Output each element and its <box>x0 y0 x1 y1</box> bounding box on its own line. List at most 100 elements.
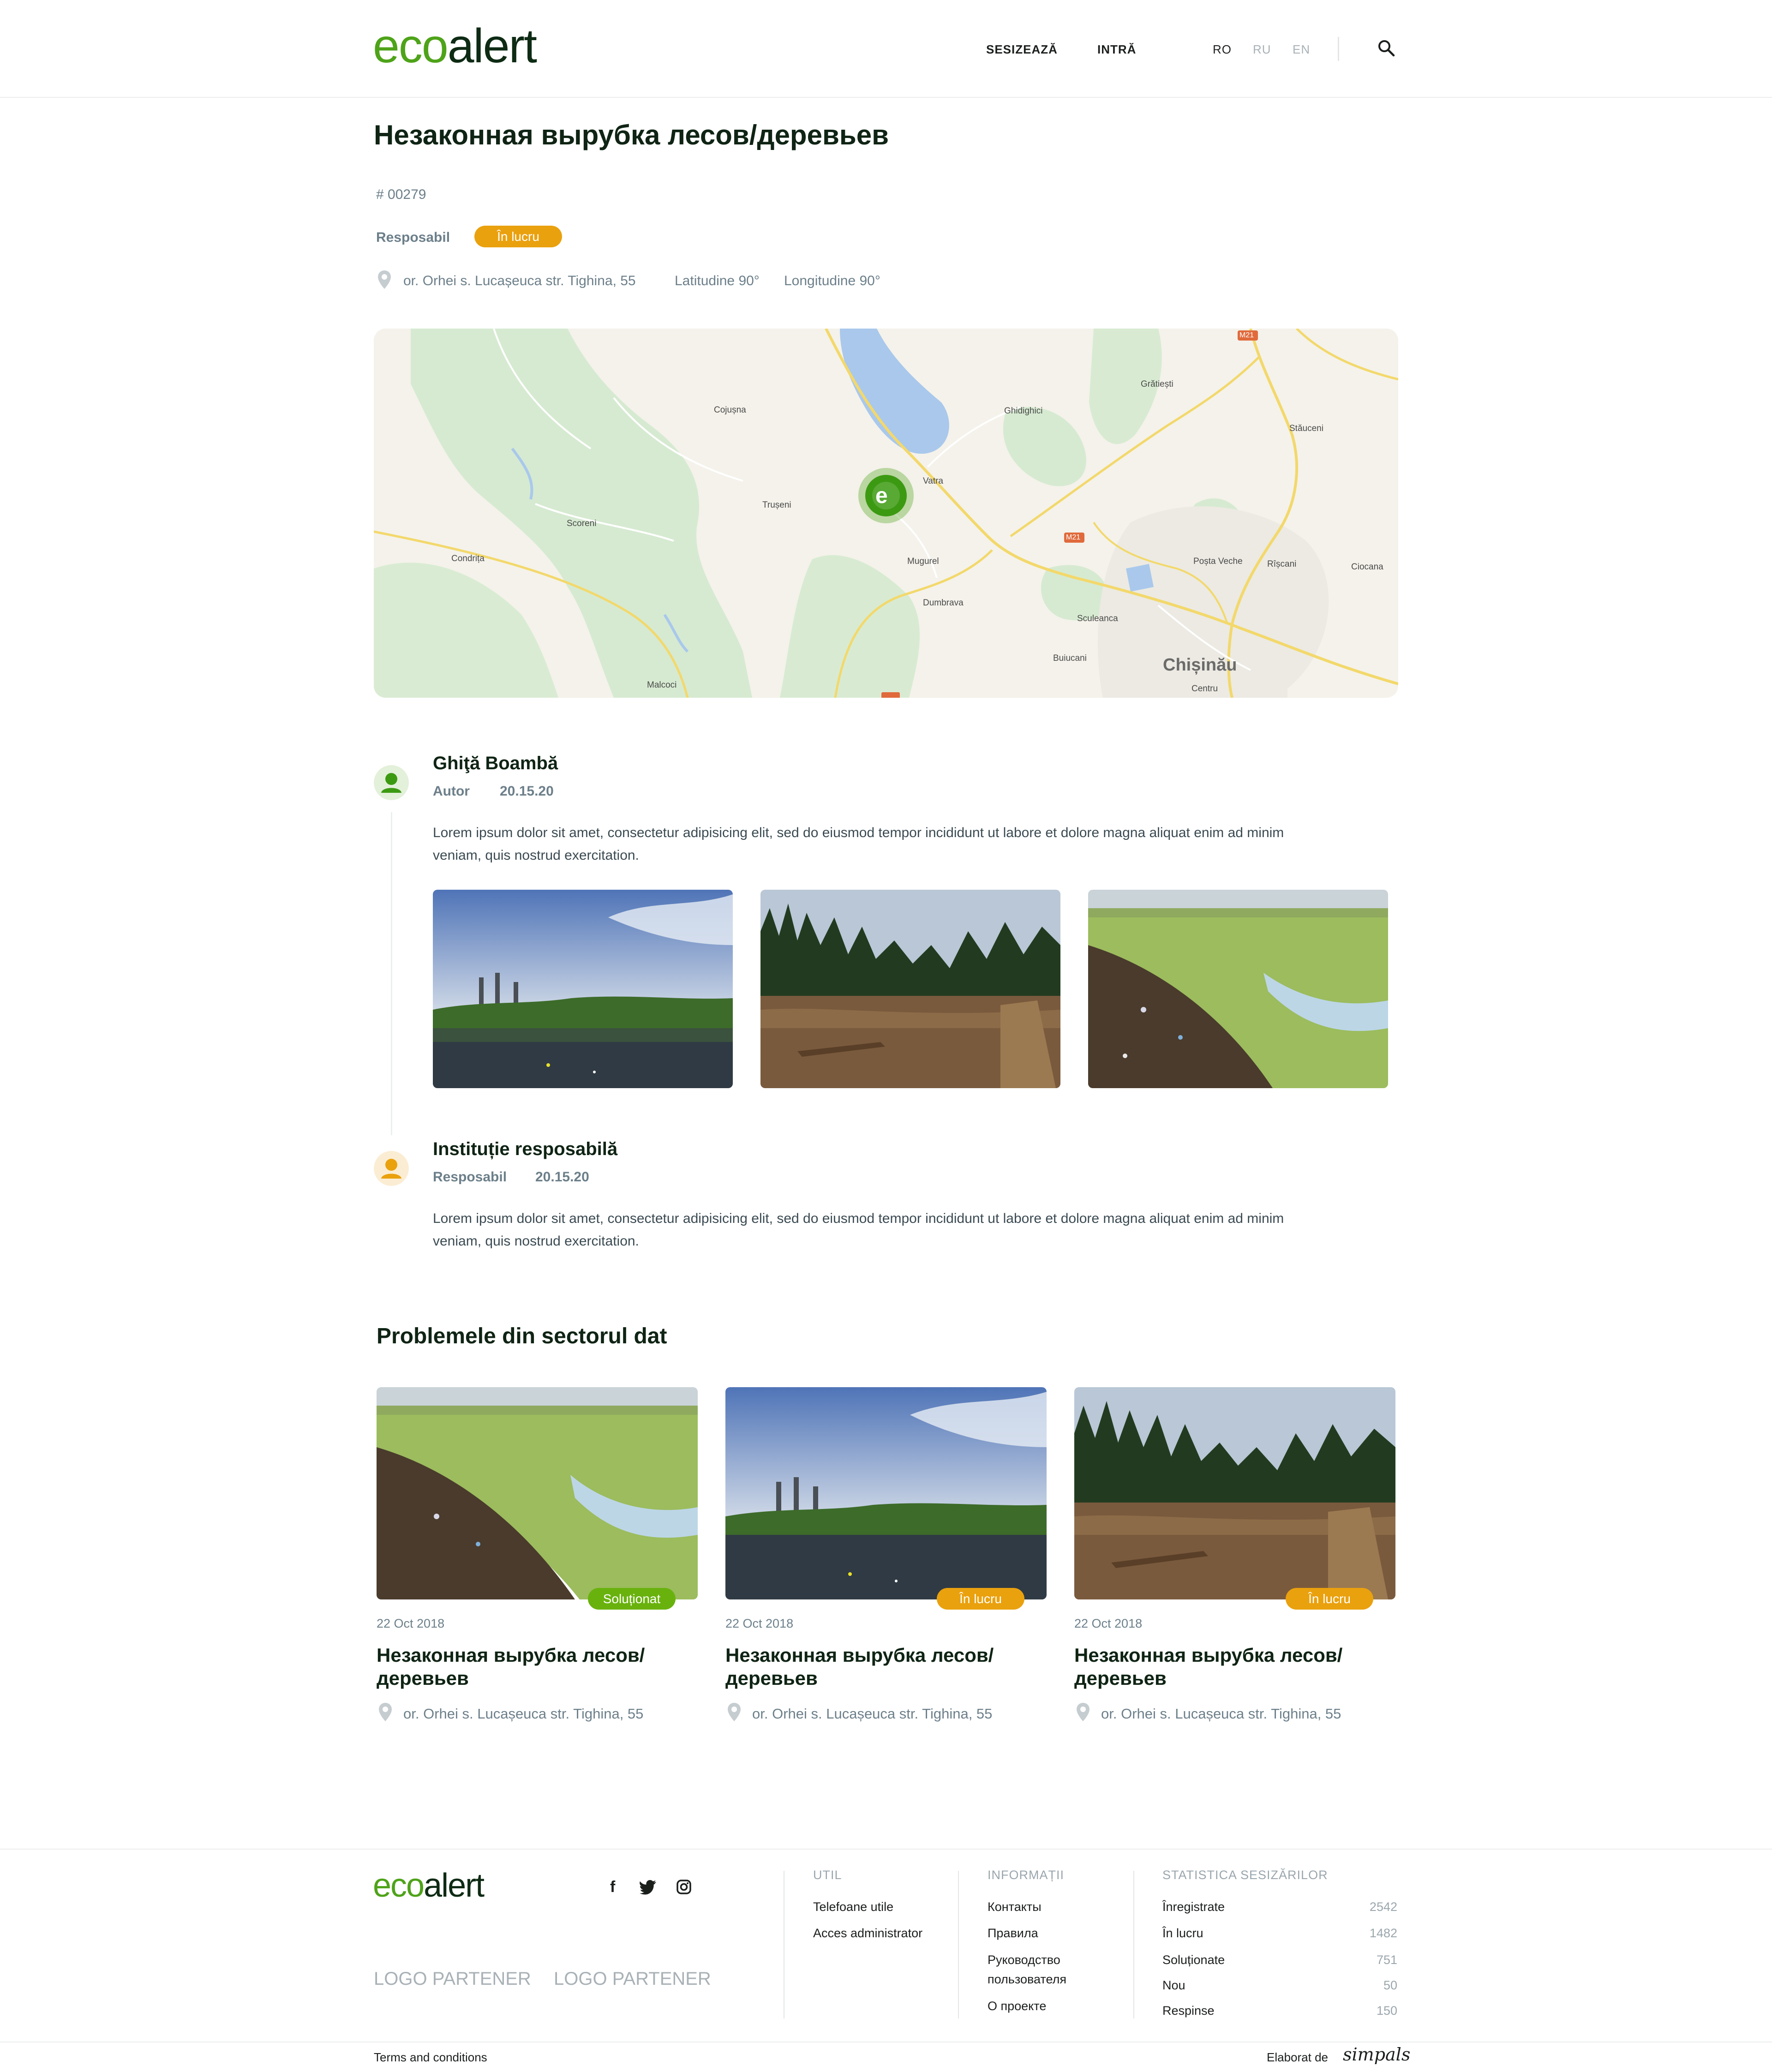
longitude: Longitudine 90° <box>784 273 880 288</box>
stat-label: În lucru <box>1162 1926 1203 1940</box>
stat-value: 2542 <box>1369 1900 1397 1914</box>
card-date: 22 Oct 2018 <box>725 1617 794 1630</box>
card-image <box>377 1387 698 1599</box>
stat-label: Înregistrate <box>1162 1900 1225 1914</box>
card-date: 22 Oct 2018 <box>1074 1617 1143 1630</box>
card-title: Незаконная вырубка лесов/ деревьев <box>377 1644 645 1689</box>
author-date: 20.15.20 <box>500 784 554 799</box>
map-label: Vatra <box>923 476 944 486</box>
problem-address: or. Orhei s. Lucașeuca str. Tighina, 55 <box>403 273 636 288</box>
footer-link-admin[interactable]: Acces administrator <box>813 1923 922 1943</box>
footer-link-telefoane[interactable]: Telefoane utile <box>813 1897 893 1916</box>
partner-logo[interactable]: LOGO PARTENER <box>374 1969 531 1989</box>
map-label: Scoreni <box>567 519 597 528</box>
lang-ro[interactable]: RO <box>1213 42 1232 57</box>
card-address: or. Orhei s. Lucașeuca str. Tighina, 55 <box>1101 1706 1341 1722</box>
search-icon[interactable] <box>1377 39 1395 57</box>
status-badge: În lucru <box>474 226 562 247</box>
terms-link[interactable]: Terms and conditions <box>374 2050 487 2065</box>
map-label: Chișinău <box>1163 655 1237 675</box>
nav-sesizeaza[interactable]: SESIZEAZĂ <box>986 42 1058 57</box>
stat-value: 50 <box>1383 1978 1397 1992</box>
road-label: M21 <box>1066 533 1081 541</box>
studio-logo[interactable]: simpals <box>1343 2044 1410 2065</box>
footer-link-about[interactable]: О проекте <box>988 1996 1046 2016</box>
map-label: Centru <box>1191 684 1218 694</box>
lang-en[interactable]: EN <box>1293 42 1310 57</box>
road-label: M21 <box>1239 331 1254 339</box>
institution-date: 20.15.20 <box>535 1169 589 1185</box>
location-pin-icon <box>1077 1703 1090 1721</box>
nav-intra[interactable]: INTRĂ <box>1097 42 1136 57</box>
photo-lake[interactable] <box>433 890 733 1088</box>
location-pin-icon <box>378 270 391 289</box>
photo-deforestation[interactable] <box>760 890 1060 1088</box>
map-label: Mugurel <box>907 557 939 566</box>
problem-card[interactable]: În lucru 22 Oct 2018 Незаконная вырубка … <box>725 1387 1047 1738</box>
map-label: Cojușna <box>714 405 746 415</box>
institution-comment: Lorem ipsum dolor sit amet, consectetur … <box>433 1211 1284 1249</box>
site-header: ecoalert SESIZEAZĂ INTRĂ RO RU EN <box>0 0 1772 98</box>
twitter-icon[interactable] <box>640 1880 658 1895</box>
made-by-label: Elaborat de <box>1267 2050 1328 2064</box>
footer-link-contacts[interactable]: Контакты <box>988 1897 1042 1916</box>
card-image <box>725 1387 1047 1599</box>
card-status-badge: În lucru <box>1286 1588 1373 1610</box>
author-role: Autor <box>433 784 470 799</box>
problem-card[interactable]: Soluționat 22 Oct 2018 Незаконная вырубк… <box>377 1387 698 1738</box>
stat-label: Respinse <box>1162 2004 1215 2018</box>
problem-card[interactable]: În lucru 22 Oct 2018 Незаконная вырубка … <box>1074 1387 1395 1738</box>
map-marker-icon[interactable]: e <box>875 483 888 509</box>
map-label: Dumbrava <box>923 598 964 608</box>
map-label: Trușeni <box>762 500 791 510</box>
user-avatar-icon <box>374 765 409 800</box>
institution-avatar-icon <box>374 1151 409 1186</box>
footer-separator <box>958 1871 959 2018</box>
partner-logo[interactable]: LOGO PARTENER <box>554 1969 711 1989</box>
footer-logo[interactable]: ecoalert <box>373 1869 485 1902</box>
map-label: Stăuceni <box>1289 424 1323 433</box>
author-name: Ghiţă Boambă <box>433 753 558 773</box>
card-title: Незаконная вырубка лесов/ деревьев <box>1074 1644 1343 1689</box>
card-address: or. Orhei s. Lucașeuca str. Tighina, 55 <box>752 1706 993 1722</box>
facebook-icon[interactable]: f <box>610 1878 615 1896</box>
location-map[interactable]: M21 M21 e Cojușna Ghidighici Grătiești S… <box>374 329 1398 698</box>
location-pin-icon <box>379 1703 392 1721</box>
footer-link-guide[interactable]: Руководство пользователя <box>988 1950 1066 1989</box>
responsible-label: Resposabil <box>376 230 450 245</box>
map-label: Rîșcani <box>1267 559 1297 569</box>
latitude: Latitudine 90° <box>675 273 760 288</box>
footer-util-heading: UTIL <box>813 1868 842 1882</box>
map-label: Ghidighici <box>1004 406 1043 416</box>
card-date: 22 Oct 2018 <box>377 1617 445 1630</box>
map-label: Poșta Veche <box>1193 557 1243 566</box>
institution-role: Resposabil <box>433 1169 507 1185</box>
related-heading: Problemele din sectorul dat <box>377 1324 667 1348</box>
stat-value: 150 <box>1376 2004 1397 2018</box>
footer-stats-heading: STATISTICA SESIZĂRILOR <box>1162 1868 1328 1882</box>
header-divider <box>1338 37 1339 61</box>
map-canvas <box>374 329 1398 698</box>
map-label: Ciocana <box>1351 562 1383 572</box>
footer-link-rules[interactable]: Правила <box>988 1923 1038 1943</box>
lang-ru[interactable]: RU <box>1253 42 1271 57</box>
problem-id: # 00279 <box>376 187 426 202</box>
footer-separator <box>1133 1871 1134 2018</box>
author-comment: Lorem ipsum dolor sit amet, consectetur … <box>433 825 1284 863</box>
footer-divider <box>0 1849 1772 1850</box>
map-label: Buiucani <box>1053 653 1087 663</box>
timeline-line <box>391 812 392 1135</box>
card-title: Незаконная вырубка лесов/ деревьев <box>725 1644 994 1689</box>
logo[interactable]: ecoalert <box>373 22 537 70</box>
map-label: Sculeanca <box>1077 614 1118 623</box>
card-status-badge: Soluționat <box>588 1588 676 1610</box>
stat-label: Soluționate <box>1162 1953 1225 1967</box>
photo-dump[interactable] <box>1088 890 1388 1088</box>
stat-value: 1482 <box>1369 1926 1397 1940</box>
card-status-badge: În lucru <box>937 1588 1024 1610</box>
stat-label: Nou <box>1162 1978 1185 1992</box>
card-image <box>1074 1387 1395 1599</box>
location-pin-icon <box>728 1703 741 1721</box>
instagram-icon[interactable] <box>676 1880 691 1894</box>
institution-name: Instituție resposabilă <box>433 1139 618 1159</box>
